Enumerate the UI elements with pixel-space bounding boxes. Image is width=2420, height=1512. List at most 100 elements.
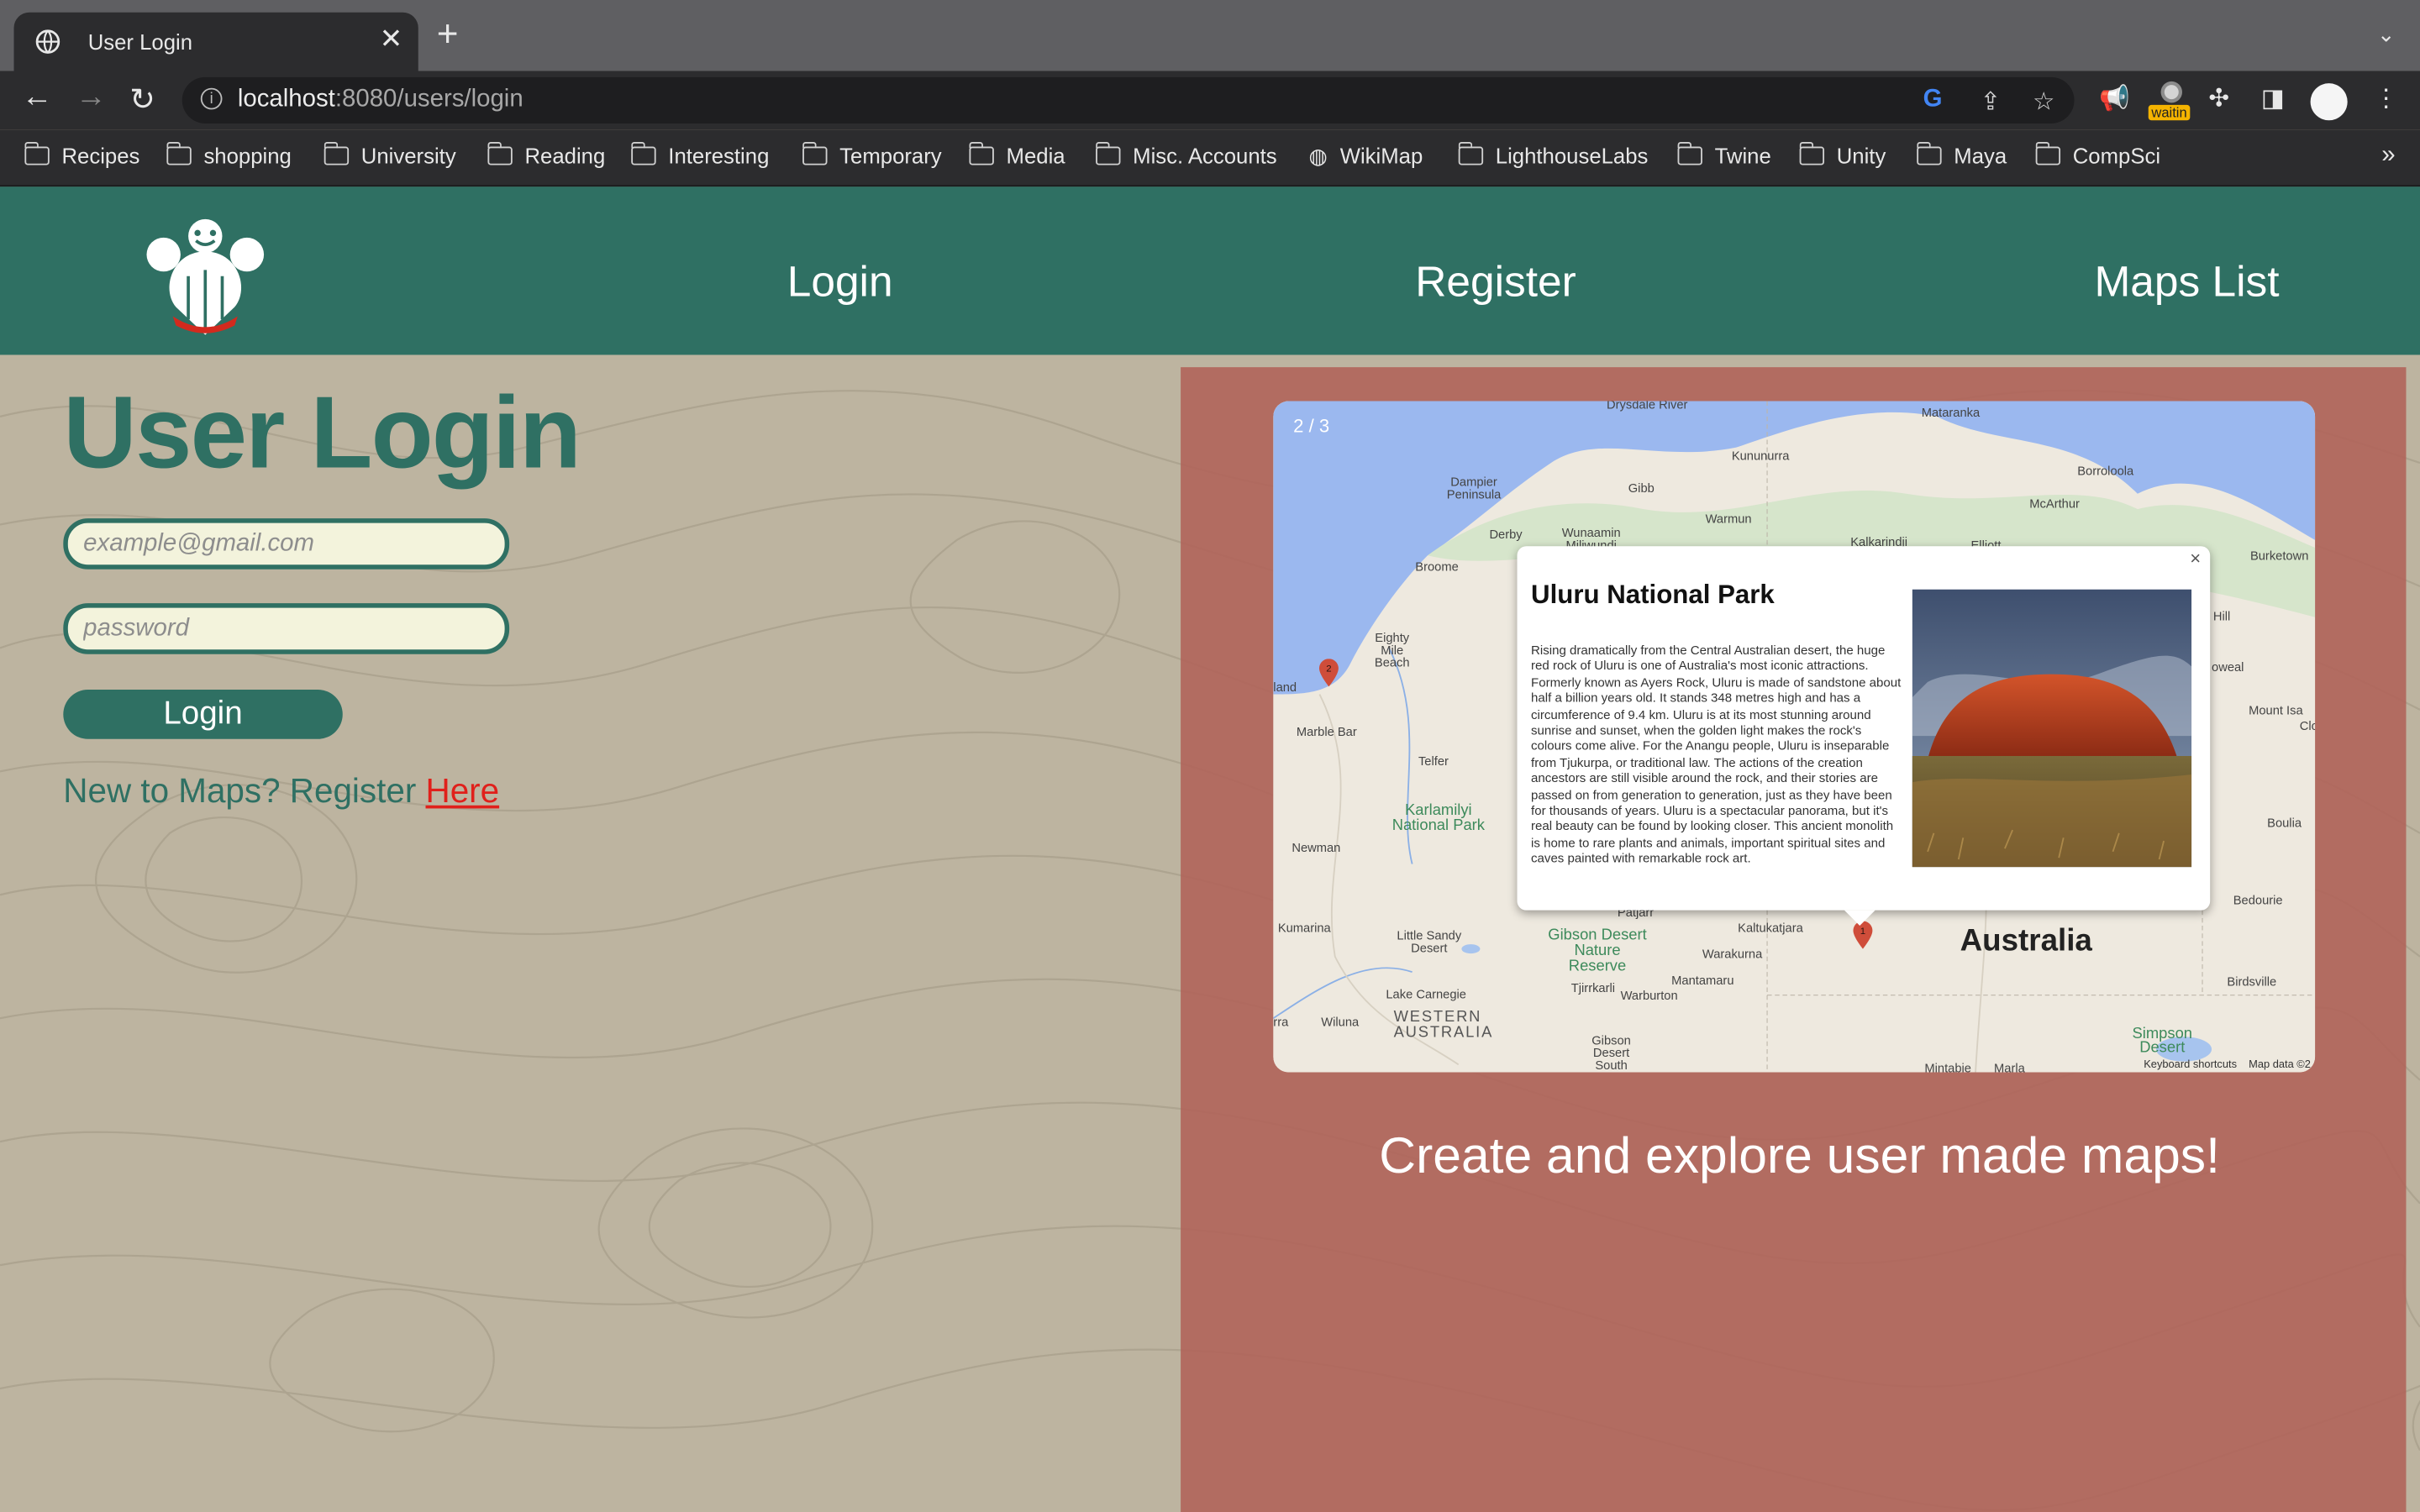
close-tab-icon[interactable]: ✕ <box>380 24 403 56</box>
extension-waitin[interactable]: waitin <box>2148 81 2191 121</box>
email-input[interactable] <box>63 518 510 570</box>
back-button[interactable]: ← <box>22 81 53 116</box>
browser-tab[interactable]: User Login ✕ <box>13 12 418 71</box>
map-label: land <box>1273 680 1297 695</box>
map-label: oweal <box>2212 660 2244 675</box>
map-label: Mataranka <box>1921 406 1981 420</box>
register-here-link[interactable]: Here <box>426 771 500 810</box>
bookmark-item[interactable]: LighthouseLabs <box>1457 141 1648 168</box>
popup-description: Rising dramatically from the Central Aus… <box>1531 643 1902 866</box>
map-label: Mantamaru <box>1671 973 1734 988</box>
nav-register-link[interactable]: Register <box>1415 258 1576 307</box>
map-label: Mount Isa <box>2249 703 2303 718</box>
kebab-menu-icon[interactable]: ⋮ <box>2374 83 2398 114</box>
map-label: Newman <box>1292 841 1341 855</box>
map-label: Kununurra <box>1731 449 1790 464</box>
forward-button[interactable]: → <box>76 81 107 116</box>
bookmark-item[interactable]: Maya <box>1916 141 2007 168</box>
map-label: Kaltukatjara <box>1738 921 1803 936</box>
map-label: Eighty Mile Beach <box>1374 631 1410 670</box>
bookmark-item[interactable]: Interesting <box>630 141 769 168</box>
map-label: Karlamilyi National Park <box>1392 802 1485 835</box>
site-header <box>0 186 2420 355</box>
app-logo[interactable] <box>142 214 269 341</box>
map-label: WESTERN AUSTRALIA <box>1393 1009 1494 1042</box>
bookmark-item[interactable]: Recipes <box>24 141 139 168</box>
map-label: Gibson Desert South <box>1591 1033 1631 1073</box>
map-label: Drysdale River <box>1607 401 1688 412</box>
tagline: Create and explore user made maps! <box>1379 1126 2220 1184</box>
folder-icon <box>323 141 350 165</box>
bookmarks-bar: Recipes shopping University Reading Inte… <box>0 129 2420 187</box>
globe-icon <box>35 29 60 54</box>
bookmark-item[interactable]: shopping <box>166 141 292 168</box>
folder-icon <box>1676 141 1702 165</box>
new-tab-button[interactable]: + <box>437 16 459 54</box>
more-bookmarks-icon[interactable]: » <box>2381 142 2395 170</box>
profile-avatar[interactable] <box>2310 83 2348 121</box>
uluru-photo <box>1912 589 2192 868</box>
puzzle-extensions-icon[interactable]: ✣ <box>2208 83 2229 114</box>
map-label: Warmun <box>1705 512 1752 527</box>
map-label: Little Sandy Desert <box>1397 928 1462 955</box>
megaphone-extension-icon[interactable]: 📢 <box>2099 83 2130 114</box>
bookmark-item[interactable]: ◍ WikiMap <box>1309 144 1423 170</box>
map-label: Hill <box>2212 609 2231 624</box>
browser-toolbar: ← → ↻ i localhost:8080/users/login G ⇪ ☆… <box>0 71 2420 130</box>
password-input[interactable] <box>63 603 510 654</box>
map-label: Marla <box>1994 1061 2025 1073</box>
nav-maps-list-link[interactable]: Maps List <box>2094 258 2279 307</box>
bookmark-item[interactable]: Misc. Accounts <box>1095 141 1277 168</box>
map-label: Borroloola <box>2077 464 2134 479</box>
nav-login-link[interactable]: Login <box>787 258 893 307</box>
carousel-counter: 2 / 3 <box>1293 415 1330 437</box>
map-label: Bedourie <box>2233 893 2283 907</box>
map-marker-icon[interactable]: 2 <box>1315 659 1343 687</box>
folder-icon <box>1095 141 1121 165</box>
keyboard-shortcuts-link[interactable]: Keyboard shortcuts <box>2144 1060 2237 1071</box>
map-label: Warakurna <box>1702 947 1763 962</box>
bookmark-item[interactable]: CompSci <box>2034 141 2160 168</box>
map-label: Dampier Peninsula <box>1446 475 1502 501</box>
map-label: Wiluna <box>1321 1015 1360 1030</box>
folder-icon <box>1798 141 1825 165</box>
bookmark-item[interactable]: Reading <box>487 141 605 168</box>
map-label: Boulia <box>2267 816 2302 831</box>
page-title: User Login <box>63 375 581 490</box>
url-host: localhost <box>237 86 335 113</box>
map-label-australia: Australia <box>1960 924 2092 958</box>
register-prompt-text: New to Maps? Register <box>63 771 426 811</box>
site-info-icon[interactable]: i <box>200 87 223 110</box>
globe-icon: ◍ <box>1308 143 1328 169</box>
bookmark-item[interactable]: Media <box>968 141 1065 168</box>
google-lens-icon[interactable]: G <box>1923 87 1943 114</box>
map-label: Simpson Desert <box>2132 1026 2192 1058</box>
map-label: Lake Carnegie <box>1386 987 1466 1002</box>
bookmark-item[interactable]: Twine <box>1676 141 1771 168</box>
tab-title: User Login <box>87 29 193 55</box>
bookmark-item[interactable]: University <box>323 141 456 168</box>
share-icon[interactable]: ⇪ <box>1981 87 2002 118</box>
map-info-popup: × Uluru National Park Rising dramaticall… <box>1517 546 2211 927</box>
map-label: McArthur <box>2029 496 2080 511</box>
folder-icon <box>166 141 192 165</box>
map-label: Kumarina <box>1277 921 1331 936</box>
side-panel-icon[interactable]: ◨ <box>2261 83 2285 114</box>
folder-icon <box>1457 141 1484 165</box>
tab-search-chevron-icon[interactable]: ⌄ <box>2377 22 2396 48</box>
folder-icon <box>24 141 50 165</box>
map-data-credit: Map data ©2 <box>2249 1059 2311 1071</box>
map-label: Tjirrkarli <box>1570 981 1616 995</box>
map-label: Mintabie <box>1924 1061 1971 1073</box>
bookmark-item[interactable]: Temporary <box>802 141 942 168</box>
map-label: Birdsville <box>2227 974 2277 990</box>
url-text: localhost:8080/users/login <box>238 87 523 114</box>
bookmark-star-icon[interactable]: ☆ <box>2033 87 2054 118</box>
folder-icon <box>2034 141 2061 165</box>
reload-button[interactable]: ↻ <box>129 81 155 119</box>
address-bar[interactable]: i localhost:8080/users/login G ⇪ ☆ <box>182 76 2075 123</box>
login-submit-button[interactable]: Login <box>63 690 343 739</box>
map-label: Broome <box>1415 559 1459 575</box>
close-icon[interactable]: × <box>2190 548 2201 570</box>
bookmark-item[interactable]: Unity <box>1798 141 1886 168</box>
